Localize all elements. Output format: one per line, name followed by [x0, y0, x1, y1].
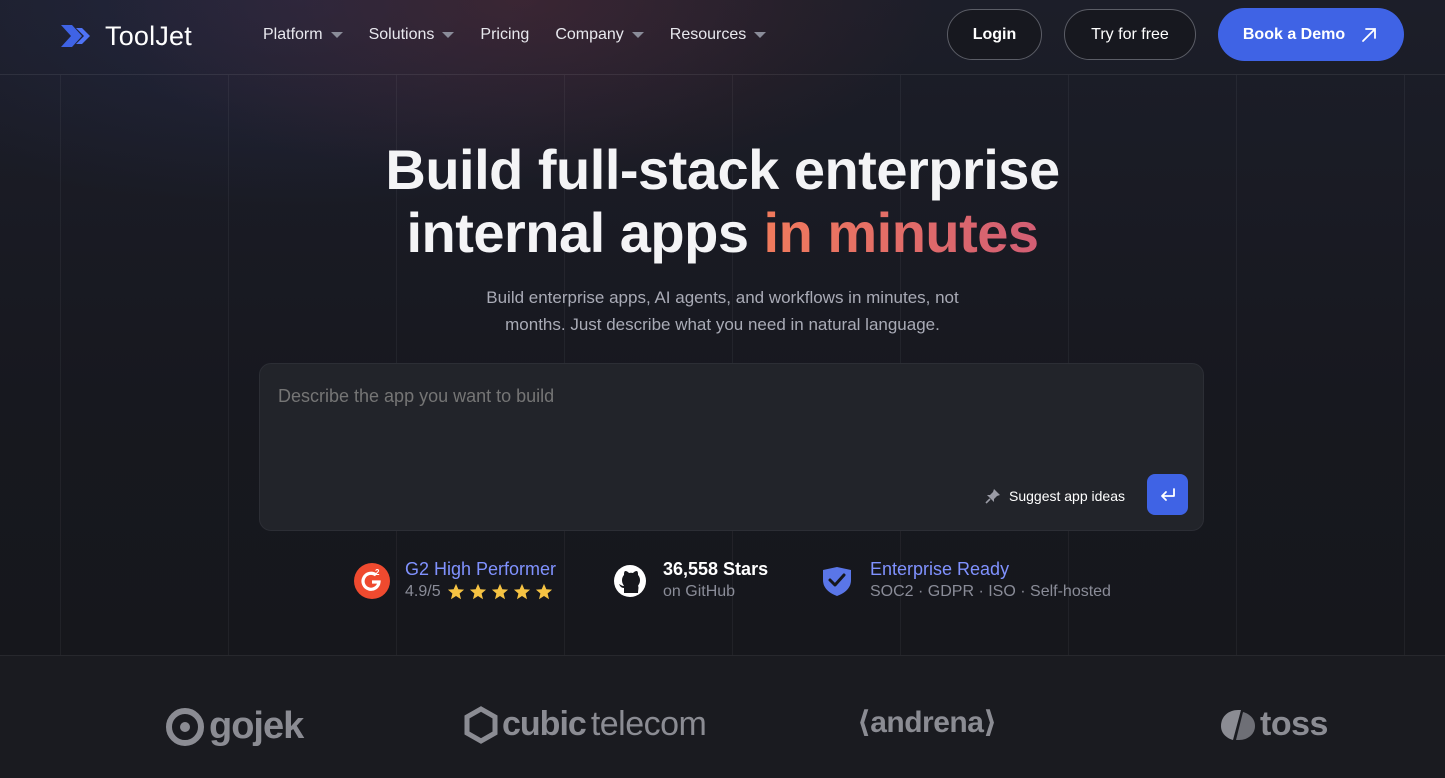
github-stars-count[interactable]: 36,558 Stars: [663, 558, 768, 580]
rating-stars: [443, 583, 553, 601]
nav-platform[interactable]: Platform: [263, 24, 343, 46]
customer-logo-toss: toss: [1217, 705, 1328, 744]
brand-name: ToolJet: [105, 20, 192, 51]
book-demo-button[interactable]: Book a Demo: [1218, 8, 1404, 61]
chevron-down-icon: [631, 32, 644, 38]
submit-prompt-button[interactable]: [1147, 474, 1188, 515]
g2-badge: 2 G2 High Performer 4.9/5: [353, 558, 556, 604]
nav-resources-label: Resources: [669, 26, 747, 43]
github-badge: 36,558 Stars on GitHub: [611, 558, 768, 604]
telecom-wordmark: telecom: [590, 705, 707, 743]
nav-pricing[interactable]: Pricing: [480, 24, 529, 46]
hero-subtitle-line2: months. Just describe what you need in n…: [505, 315, 940, 334]
github-icon: [614, 565, 646, 597]
try-for-free-button[interactable]: Try for free: [1064, 9, 1196, 60]
enterprise-badge-text: Enterprise Ready SOC2 · GDPR · ISO · Sel…: [870, 558, 1111, 604]
star-icon: [491, 583, 508, 600]
suggest-app-ideas-label: Suggest app ideas: [1009, 488, 1125, 504]
nav-platform-label: Platform: [263, 26, 323, 43]
nav-company-label: Company: [555, 26, 624, 43]
g2-rating-row: 4.9/5: [405, 580, 556, 604]
cubic-hexagon-icon: [464, 705, 498, 744]
hero-title-line2: internal apps in minutes: [0, 201, 1445, 264]
customer-logo-gojek: gojek: [166, 705, 304, 748]
hero-title-line1: Build full-stack enterprise: [385, 138, 1060, 201]
g2-badge-text: G2 High Performer 4.9/5: [405, 558, 556, 604]
app-description-input[interactable]: [278, 386, 1178, 416]
customer-logo-cubic-telecom: cubic telecom: [463, 705, 707, 744]
book-demo-label: Book a Demo: [1242, 25, 1346, 43]
g2-badge-title[interactable]: G2 High Performer: [405, 558, 556, 580]
shield-check-icon: [823, 567, 851, 596]
nav-solutions[interactable]: Solutions: [369, 24, 455, 46]
nav-pricing-label: Pricing: [480, 26, 530, 43]
customer-logo-andrena: ⟨andrena⟩: [857, 705, 997, 740]
nav-company[interactable]: Company: [555, 24, 644, 46]
hero-subtitle-line1: Build enterprise apps, AI agents, and wo…: [486, 288, 959, 307]
svg-text:2: 2: [375, 568, 380, 577]
enterprise-badge: Enterprise Ready SOC2 · GDPR · ISO · Sel…: [818, 558, 1111, 604]
pin-icon: [985, 489, 1000, 504]
star-icon: [469, 583, 486, 600]
hero-title-plain: internal apps: [406, 201, 764, 264]
brand-logo[interactable]: ToolJet: [60, 18, 192, 54]
enterprise-compliance: SOC2 · GDPR · ISO · Self-hosted: [870, 583, 1111, 600]
main-menu: Platform Solutions Pricing Company Resou…: [263, 24, 792, 46]
nav-resources[interactable]: Resources: [669, 24, 767, 46]
gojek-wordmark: gojek: [209, 705, 304, 747]
suggest-app-ideas-button[interactable]: Suggest app ideas: [985, 488, 1125, 504]
tooljet-logo-icon: [61, 25, 90, 47]
star-icon: [535, 583, 552, 600]
app-prompt-box: Suggest app ideas: [259, 363, 1204, 531]
chevron-down-icon: [330, 32, 343, 38]
nav-solutions-label: Solutions: [368, 26, 435, 43]
cubic-wordmark: cubic: [502, 705, 587, 743]
arrow-up-right-icon: [1362, 27, 1377, 42]
login-button[interactable]: Login: [947, 9, 1042, 60]
toss-logo-icon: [1221, 709, 1255, 740]
toss-wordmark: toss: [1260, 705, 1328, 743]
chevron-down-icon: [442, 32, 455, 38]
enterprise-ready-title[interactable]: Enterprise Ready: [870, 558, 1111, 580]
enter-icon: [1160, 487, 1175, 501]
star-icon: [447, 583, 464, 600]
hero-title: Build full-stack enterprise internal app…: [0, 138, 1445, 264]
gojek-logo-icon: [166, 707, 204, 746]
github-badge-sub: on GitHub: [663, 583, 736, 600]
g2-rating: 4.9/5: [405, 583, 441, 600]
github-badge-text: 36,558 Stars on GitHub: [663, 558, 768, 604]
andrena-wordmark: ⟨andrena⟩: [857, 706, 997, 739]
star-icon: [513, 583, 530, 600]
hero-subtitle: Build enterprise apps, AI agents, and wo…: [0, 284, 1445, 338]
chevron-down-icon: [754, 32, 767, 38]
hero-title-accent: in minutes: [763, 201, 1040, 264]
g2-logo-icon: 2: [354, 563, 390, 599]
top-navbar: ToolJet Platform Solutions Pricing Compa…: [0, 0, 1445, 75]
